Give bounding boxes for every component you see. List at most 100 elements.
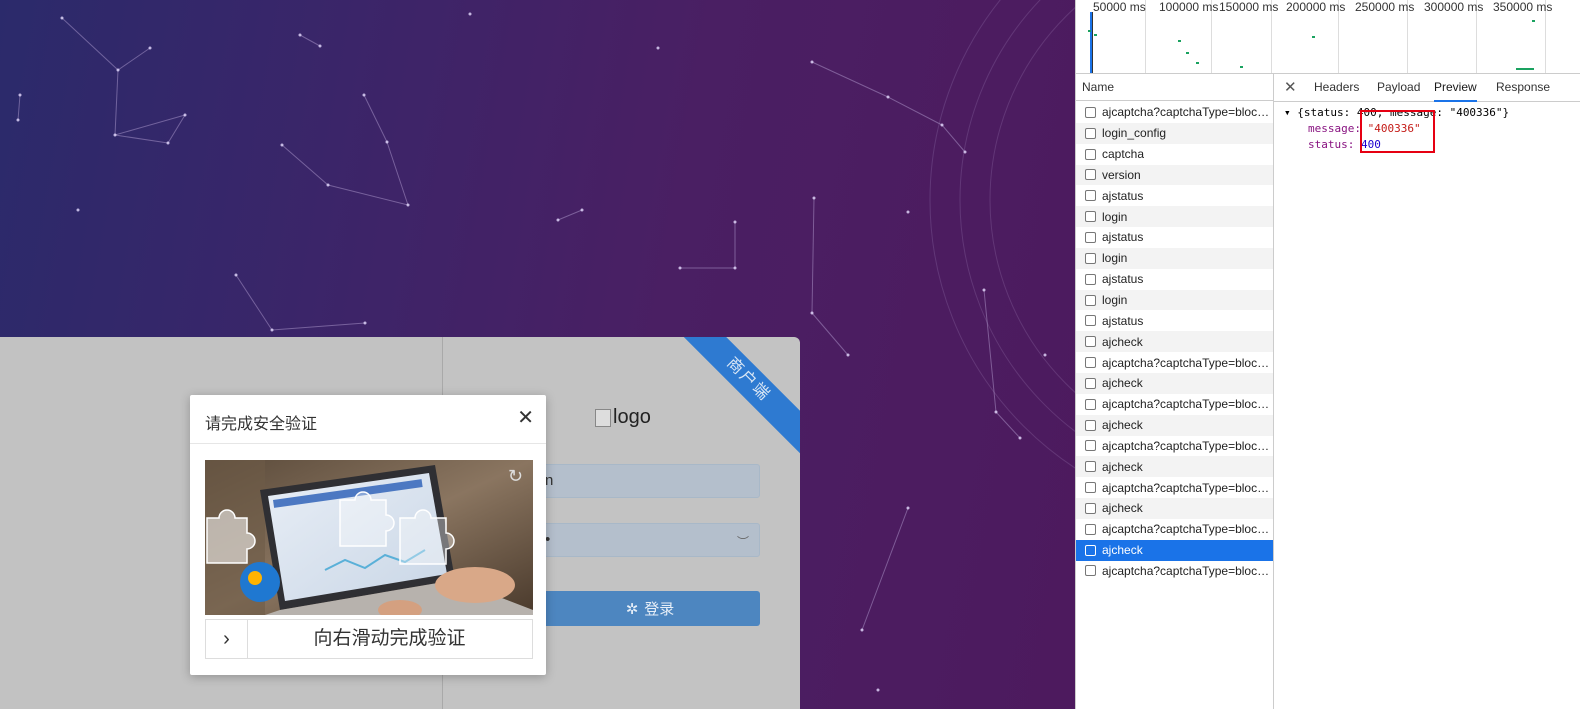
request-name: ajcheck <box>1102 501 1143 516</box>
request-row[interactable]: ajcheck <box>1076 498 1273 519</box>
checkbox-icon[interactable] <box>1085 419 1096 431</box>
checkbox-icon[interactable] <box>1085 336 1096 348</box>
constellation-star <box>656 46 660 50</box>
expand-triangle-icon[interactable]: ▾ <box>1284 106 1291 119</box>
request-name: ajcheck <box>1102 459 1143 474</box>
constellation-star <box>580 208 584 212</box>
request-row[interactable]: ajcaptcha?captchaType=block... <box>1076 394 1273 415</box>
constellation-star <box>994 410 998 414</box>
tab-response[interactable]: Response <box>1496 74 1550 100</box>
checkbox-icon[interactable] <box>1085 544 1096 556</box>
timeline-tick-label: 300000 ms <box>1424 0 1484 14</box>
request-row[interactable]: ajcheck <box>1076 456 1273 478</box>
constellation-star <box>298 33 302 37</box>
constellation-star <box>234 273 238 277</box>
constellation-star <box>860 628 864 632</box>
request-row[interactable]: ajcaptcha?captchaType=block... <box>1076 352 1273 373</box>
constellation-line <box>327 184 409 206</box>
network-timeline-overview[interactable]: 50000 ms 100000 ms 150000 ms 200000 ms 25000… <box>1076 0 1580 74</box>
request-row[interactable]: ajcheck <box>1076 331 1273 353</box>
constellation-star <box>886 95 890 99</box>
close-icon[interactable]: ✕ <box>517 408 534 428</box>
checkbox-icon[interactable] <box>1085 148 1096 160</box>
constellation-line <box>61 17 119 71</box>
request-row[interactable]: ajcheck <box>1076 372 1273 394</box>
tab-preview[interactable]: Preview <box>1434 74 1477 102</box>
username-value: n <box>545 472 554 489</box>
checkbox-icon[interactable] <box>1085 565 1096 577</box>
tab-headers[interactable]: Headers <box>1314 74 1359 100</box>
request-row[interactable]: login <box>1076 289 1273 311</box>
name-column-header[interactable]: Name <box>1076 74 1273 101</box>
request-row[interactable]: version <box>1076 164 1273 186</box>
request-row[interactable]: login_config <box>1076 122 1273 144</box>
checkbox-icon[interactable] <box>1085 377 1096 389</box>
checkbox-icon[interactable] <box>1085 398 1096 410</box>
timeline-request-bar <box>1312 36 1315 38</box>
eye-closed-icon[interactable]: ︶ <box>737 533 749 550</box>
checkbox-icon[interactable] <box>1085 231 1096 243</box>
request-row[interactable]: ajstatus <box>1076 185 1273 206</box>
request-row[interactable]: ajcaptcha?captchaType=block... <box>1076 561 1273 582</box>
checkbox-icon[interactable] <box>1085 127 1096 139</box>
checkbox-icon[interactable] <box>1085 482 1096 494</box>
constellation-star <box>556 218 560 222</box>
request-row[interactable]: ajcaptcha?captchaType=block... <box>1076 477 1273 498</box>
request-row[interactable]: ajcaptcha?captchaType=block... <box>1076 519 1273 540</box>
request-name: ajcaptcha?captchaType=block... <box>1102 563 1273 578</box>
constellation-star <box>280 143 284 147</box>
checkbox-icon[interactable] <box>1085 523 1096 535</box>
decorative-arc <box>989 7 1075 393</box>
request-name: ajcaptcha?captchaType=block... <box>1102 438 1273 453</box>
checkbox-icon[interactable] <box>1085 190 1096 202</box>
preview-status-row: status: 400 <box>1308 138 1381 151</box>
timeline-tick-label: 150000 ms <box>1219 0 1279 14</box>
timeline-marker <box>1092 12 1093 73</box>
constellation-star <box>678 266 682 270</box>
request-row[interactable]: login <box>1076 206 1273 228</box>
checkbox-icon[interactable] <box>1085 252 1096 264</box>
request-row[interactable]: ajstatus <box>1076 310 1273 331</box>
request-row[interactable]: ajcheck <box>1076 539 1273 561</box>
request-row[interactable]: ajstatus <box>1076 269 1273 290</box>
checkbox-icon[interactable] <box>1085 440 1096 452</box>
timeline-tick-label: 250000 ms <box>1355 0 1415 14</box>
preview-summary-row[interactable]: ▾ {status: 400, message: "400336"} <box>1284 106 1509 119</box>
chevron-right-icon[interactable]: › <box>206 620 248 658</box>
request-row[interactable]: ajcaptcha?captchaType=block... <box>1076 102 1273 123</box>
constellation-line <box>117 47 151 71</box>
request-name: ajcheck <box>1102 543 1143 558</box>
username-input[interactable]: n <box>540 464 760 498</box>
logo: logo <box>595 406 651 429</box>
tab-payload[interactable]: Payload <box>1377 74 1420 100</box>
checkbox-icon[interactable] <box>1085 502 1096 514</box>
constellation-star <box>406 203 410 207</box>
checkbox-icon[interactable] <box>1085 169 1096 181</box>
request-row[interactable]: ajcaptcha?captchaType=block... <box>1076 436 1273 457</box>
request-detail-tabs: ✕ Headers Payload Preview Response <box>1274 74 1580 102</box>
checkbox-icon[interactable] <box>1085 461 1096 473</box>
constellation-star <box>876 688 880 692</box>
request-name: version <box>1102 167 1141 182</box>
constellation-line <box>363 94 388 143</box>
checkbox-icon[interactable] <box>1085 106 1096 118</box>
refresh-icon[interactable]: ↻ <box>508 466 523 487</box>
panel-divider[interactable] <box>1273 74 1274 709</box>
checkbox-icon[interactable] <box>1085 357 1096 369</box>
login-button[interactable]: ✲ 登录 <box>540 591 760 626</box>
message-value: "400336" <box>1367 122 1421 135</box>
captcha-dialog: 请完成安全验证 ✕ ↻ › 向右滑动完成验证 <box>190 395 546 675</box>
checkbox-icon[interactable] <box>1085 273 1096 285</box>
request-row[interactable]: captcha <box>1076 144 1273 165</box>
request-row[interactable]: ajcheck <box>1076 414 1273 436</box>
checkbox-icon[interactable] <box>1085 211 1096 223</box>
constellation-star <box>148 46 152 50</box>
constellation-line <box>557 209 583 221</box>
captcha-slider-track[interactable]: › 向右滑动完成验证 <box>205 619 533 659</box>
checkbox-icon[interactable] <box>1085 294 1096 306</box>
password-input[interactable]: • ︶ <box>540 523 760 557</box>
checkbox-icon[interactable] <box>1085 315 1096 327</box>
request-row[interactable]: login <box>1076 247 1273 269</box>
close-icon[interactable]: ✕ <box>1284 78 1297 96</box>
request-row[interactable]: ajstatus <box>1076 227 1273 248</box>
